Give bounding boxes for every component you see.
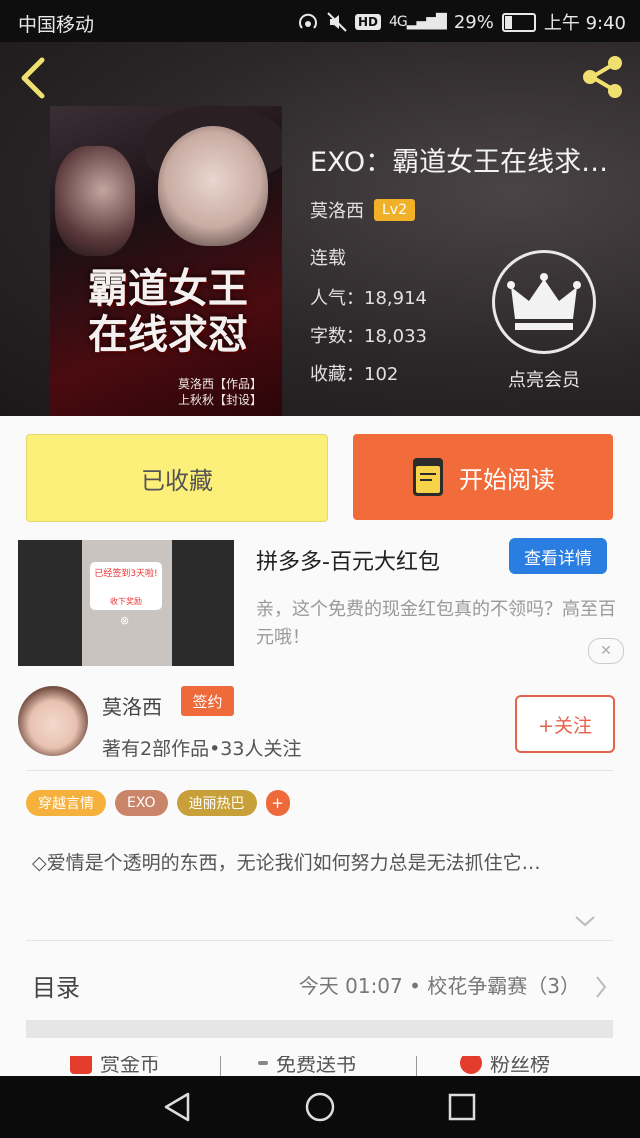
reward-label: 赏金币 <box>100 1056 160 1076</box>
carrier-name: 中国移动 <box>18 14 95 36</box>
chevron-right-icon <box>596 976 607 998</box>
recent-apps-nav-icon[interactable] <box>445 1090 479 1124</box>
bottom-actions: 赏金币 免费送书 粉丝榜 <box>0 1056 640 1076</box>
author-avatar[interactable] <box>18 686 88 756</box>
synopsis: ◇爱情是个透明的东西，无论我们如何努力总是无法抓住它… <box>32 852 541 874</box>
cover-credits: 莫洛西【作品】 上秋秋【封设】 <box>178 376 262 408</box>
ad-close-button[interactable]: ✕ <box>588 638 624 664</box>
tag-list: 穿越言情 EXO 迪丽热巴 + <box>26 790 290 816</box>
hd-badge: HD <box>354 14 381 30</box>
tag-item[interactable]: 迪丽热巴 <box>176 790 257 816</box>
signal-icon: 4G▂▄▆█ <box>388 14 447 30</box>
signed-badge: 签约 <box>181 686 234 716</box>
battery-level <box>504 15 513 29</box>
start-reading-label: 开始阅读 <box>459 465 555 494</box>
book-header: 霸道女王 在线求怼 莫洛西【作品】 上秋秋【封设】 EXO：霸道女王在线求… 莫… <box>0 42 640 416</box>
fan-ranking-button[interactable]: 粉丝榜 <box>460 1056 550 1076</box>
battery-percent: 29% <box>453 11 494 33</box>
author-stats: 著有2部作品•33人关注 <box>102 738 302 760</box>
vip-button[interactable]: 点亮会员 <box>492 250 596 392</box>
ad-title[interactable]: 拼多多-百元大红包 <box>256 544 440 576</box>
book-author-line: 莫洛西 Lv2 <box>310 197 415 223</box>
crown-icon <box>507 273 581 330</box>
navigation-bar <box>0 1076 640 1138</box>
serial-status: 连载 <box>310 248 346 269</box>
clock: 上午 9:40 <box>543 13 626 34</box>
book-author[interactable]: 莫洛西 <box>310 197 364 223</box>
ad-popup-title: 已经签到3天啦! <box>94 569 158 579</box>
gift-icon <box>70 1056 92 1074</box>
author-name[interactable]: 莫洛西 <box>102 691 162 720</box>
network-type: 4G <box>388 14 408 30</box>
chevron-down-icon[interactable] <box>574 912 596 930</box>
cover-credit-author: 莫洛西【作品】 <box>178 377 263 391</box>
cover-title: 霸道女王 在线求怼 <box>58 266 278 358</box>
back-nav-icon[interactable] <box>160 1090 194 1124</box>
latest-chapter: 今天 01:07 • 校花争霸赛（3） <box>298 974 580 998</box>
vip-label: 点亮会员 <box>508 370 580 391</box>
fan-ranking-label: 粉丝榜 <box>490 1056 550 1076</box>
cover-title-line2: 在线求怼 <box>88 311 248 358</box>
section-separator <box>26 1020 613 1038</box>
reward-button[interactable]: 赏金币 <box>70 1056 160 1076</box>
follow-button[interactable]: +关注 <box>515 695 615 753</box>
share-icon[interactable] <box>578 52 628 102</box>
trophy-icon <box>460 1056 482 1074</box>
divider <box>416 1056 417 1076</box>
ad-image[interactable]: 已经签到3天啦! 收下奖励 ⊗ <box>18 540 234 666</box>
book-cover[interactable]: 霸道女王 在线求怼 莫洛西【作品】 上秋秋【封设】 <box>50 106 282 416</box>
favorite-count: 收藏：102 <box>310 364 399 385</box>
mute-icon <box>327 12 347 32</box>
start-reading-button[interactable]: 开始阅读 <box>353 434 613 520</box>
popularity: 人气：18,914 <box>310 288 427 309</box>
divider <box>26 770 613 771</box>
book-icon <box>413 458 443 496</box>
author-level-badge: Lv2 <box>374 199 415 221</box>
word-count: 字数：18,033 <box>310 326 427 347</box>
main-content: 已收藏 开始阅读 已经签到3天啦! 收下奖励 ⊗ 拼多多-百元大红包 查看详情 … <box>0 416 640 1076</box>
ad-description: 亲，这个免费的现金红包真的不领吗？高至百元哦！ <box>256 599 616 648</box>
vip-ring <box>492 250 596 354</box>
table-of-contents-row[interactable]: 目录 今天 01:07 • 校花争霸赛（3） <box>0 956 640 1026</box>
hotspot-icon <box>299 13 317 29</box>
favorited-button[interactable]: 已收藏 <box>26 434 328 522</box>
divider <box>220 1056 221 1076</box>
divider <box>26 940 613 941</box>
book-icon <box>258 1060 268 1065</box>
toc-label: 目录 <box>32 974 80 1002</box>
cover-credit-designer: 上秋秋【封设】 <box>178 393 263 407</box>
ad-popup-button: 收下奖励 <box>110 597 142 606</box>
status-bar: 中国移动 HD 4G▂▄▆█ 29% 上午 9:40 <box>0 0 640 42</box>
cover-title-line1: 霸道女王 <box>88 265 248 312</box>
back-arrow-icon[interactable] <box>14 54 54 102</box>
tag-item[interactable]: 穿越言情 <box>26 790 106 816</box>
ad-detail-button[interactable]: 查看详情 <box>509 538 607 574</box>
free-gift-button[interactable]: 免费送书 <box>258 1056 356 1076</box>
home-nav-icon[interactable] <box>303 1090 337 1124</box>
add-tag-button[interactable]: + <box>265 790 290 816</box>
cover-face <box>158 126 268 246</box>
book-title: EXO：霸道女王在线求… <box>310 147 609 178</box>
tag-item[interactable]: EXO <box>115 790 168 816</box>
cover-figure <box>55 146 135 256</box>
battery-icon <box>501 12 536 32</box>
status-icons: HD 4G▂▄▆█ 29% 上午 9:40 <box>297 9 626 35</box>
free-gift-label: 免费送书 <box>276 1056 356 1076</box>
ad-popup-close: ⊗ <box>120 614 130 627</box>
